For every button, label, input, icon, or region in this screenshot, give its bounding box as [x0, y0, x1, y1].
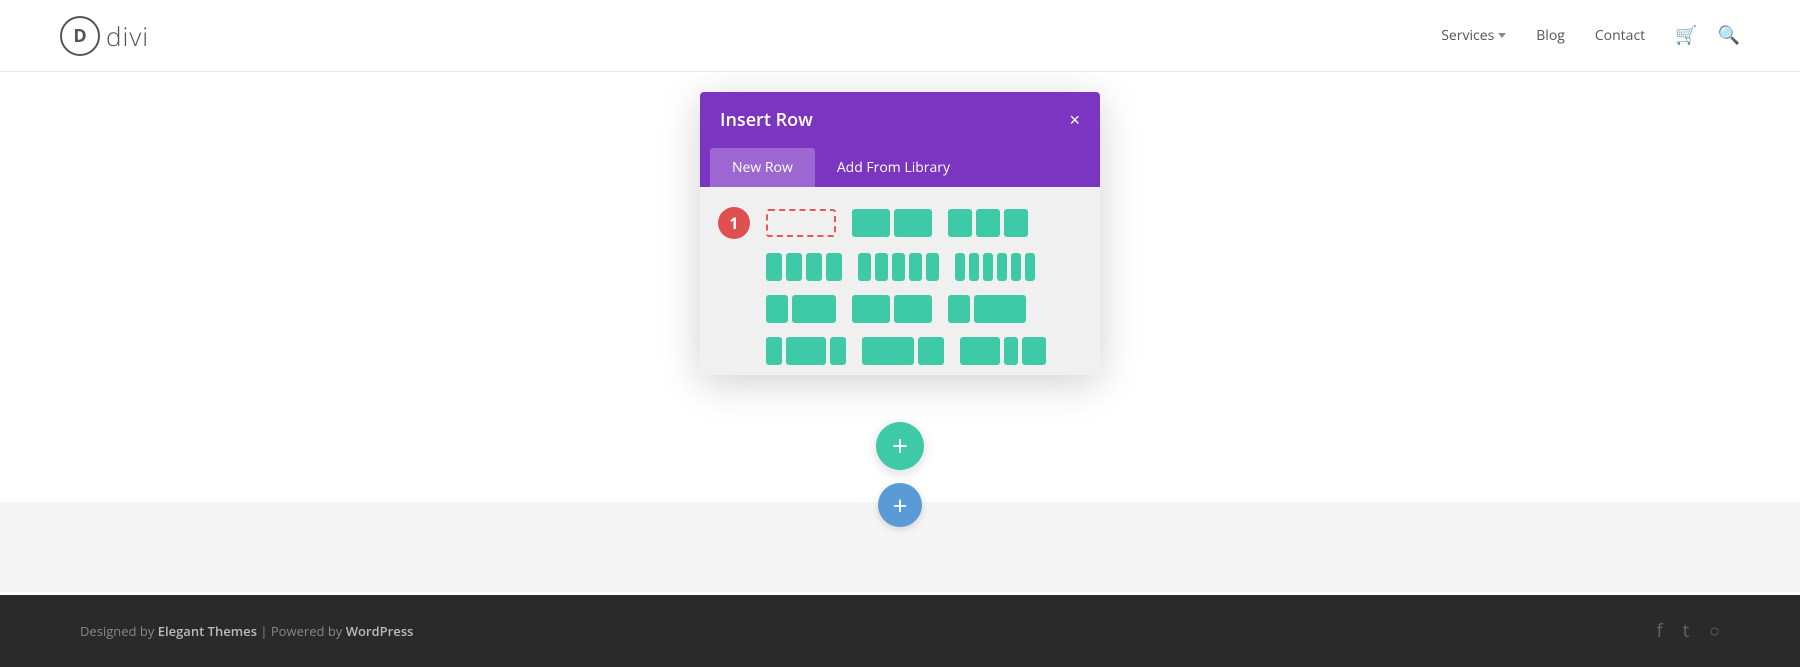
- layout-block[interactable]: [909, 253, 922, 281]
- cart-button[interactable]: 🛒: [1675, 25, 1697, 46]
- layout-set-1col-selected[interactable]: [766, 209, 836, 237]
- layout-block[interactable]: [976, 209, 1000, 237]
- layout-block[interactable]: [875, 253, 888, 281]
- layout-block[interactable]: [1022, 337, 1046, 365]
- layout-block[interactable]: [948, 209, 972, 237]
- logo-icon: D: [60, 16, 100, 56]
- layout-block[interactable]: [894, 209, 932, 237]
- layout-grid: 1: [718, 207, 1082, 365]
- layout-block[interactable]: [766, 295, 788, 323]
- layout-block[interactable]: [974, 295, 1026, 323]
- twitter-icon[interactable]: t: [1683, 619, 1689, 643]
- layout-block[interactable]: [969, 253, 979, 281]
- tab-new-row[interactable]: New Row: [710, 148, 815, 187]
- instagram-icon[interactable]: ○: [1709, 619, 1720, 643]
- layout-block[interactable]: [830, 337, 846, 365]
- layout-set-1-2-1-2[interactable]: [852, 295, 932, 323]
- layout-block[interactable]: [926, 253, 939, 281]
- modal-tabs: New Row Add From Library: [700, 148, 1100, 187]
- modal-close-button[interactable]: ×: [1069, 111, 1080, 129]
- layout-row-2: [718, 253, 1082, 281]
- layout-block-selected[interactable]: [766, 209, 836, 237]
- layout-block[interactable]: [792, 295, 836, 323]
- layout-block[interactable]: [983, 253, 993, 281]
- add-row-button-teal[interactable]: +: [876, 422, 924, 470]
- layout-set-3col[interactable]: [948, 209, 1028, 237]
- logo-area: D divi: [60, 16, 149, 56]
- facebook-icon[interactable]: f: [1657, 619, 1663, 643]
- site-header: D divi Services Blog Contact 🛒 🔍: [0, 0, 1800, 72]
- layout-block[interactable]: [1004, 337, 1018, 365]
- main-area: Insert Row × New Row Add From Library 1: [0, 72, 1800, 592]
- layout-block[interactable]: [806, 253, 822, 281]
- layout-block[interactable]: [1025, 253, 1035, 281]
- layout-set-mixed-2[interactable]: [862, 337, 944, 365]
- nav-item-blog[interactable]: Blog: [1536, 26, 1565, 45]
- layout-row-1: 1: [718, 207, 1082, 239]
- layout-block[interactable]: [997, 253, 1007, 281]
- layout-block[interactable]: [894, 295, 932, 323]
- layout-block[interactable]: [862, 337, 914, 365]
- layout-block[interactable]: [826, 253, 842, 281]
- nav-item-contact[interactable]: Contact: [1595, 26, 1645, 45]
- layout-block[interactable]: [852, 209, 890, 237]
- chevron-down-icon: [1498, 33, 1506, 38]
- layout-set-1-3-2-3[interactable]: [766, 295, 836, 323]
- layout-block[interactable]: [892, 253, 905, 281]
- layout-set-6col[interactable]: [955, 253, 1035, 281]
- modal-panel: Insert Row × New Row Add From Library 1: [700, 92, 1100, 375]
- layout-block[interactable]: [955, 253, 965, 281]
- logo-text: divi: [106, 18, 149, 54]
- layout-set-2-3-1-3[interactable]: [948, 295, 1026, 323]
- layout-set-2col[interactable]: [852, 209, 932, 237]
- layout-row-4: [718, 337, 1082, 365]
- add-section-button-blue[interactable]: +: [878, 483, 922, 527]
- layout-block[interactable]: [766, 253, 782, 281]
- nav-item-services[interactable]: Services: [1441, 26, 1506, 45]
- layout-block[interactable]: [786, 337, 826, 365]
- insert-row-modal: Insert Row × New Row Add From Library 1: [700, 92, 1100, 375]
- layout-block[interactable]: [960, 337, 1000, 365]
- layout-block[interactable]: [1004, 209, 1028, 237]
- tab-add-from-library[interactable]: Add From Library: [815, 148, 972, 187]
- layout-block[interactable]: [1011, 253, 1021, 281]
- layout-block[interactable]: [786, 253, 802, 281]
- layout-row-3: [718, 295, 1082, 323]
- footer-social: f t ○: [1657, 619, 1720, 643]
- layout-set-mixed-3[interactable]: [960, 337, 1046, 365]
- layout-block[interactable]: [918, 337, 944, 365]
- modal-title: Insert Row: [720, 108, 813, 132]
- layout-block[interactable]: [852, 295, 890, 323]
- header-icons: 🛒 🔍: [1675, 25, 1740, 46]
- layout-block[interactable]: [858, 253, 871, 281]
- layout-block[interactable]: [766, 337, 782, 365]
- row-number-badge: 1: [718, 207, 750, 239]
- layout-block[interactable]: [948, 295, 970, 323]
- search-button[interactable]: 🔍: [1718, 25, 1740, 46]
- layout-set-5col[interactable]: [858, 253, 939, 281]
- main-nav: Services Blog Contact 🛒 🔍: [1441, 25, 1740, 46]
- footer-credit: Designed by Elegant Themes | Powered by …: [80, 622, 413, 640]
- layout-set-4col[interactable]: [766, 253, 842, 281]
- layout-set-mixed-1[interactable]: [766, 337, 846, 365]
- modal-header: Insert Row ×: [700, 92, 1100, 148]
- site-footer: Designed by Elegant Themes | Powered by …: [0, 595, 1800, 667]
- modal-body[interactable]: 1: [700, 187, 1100, 375]
